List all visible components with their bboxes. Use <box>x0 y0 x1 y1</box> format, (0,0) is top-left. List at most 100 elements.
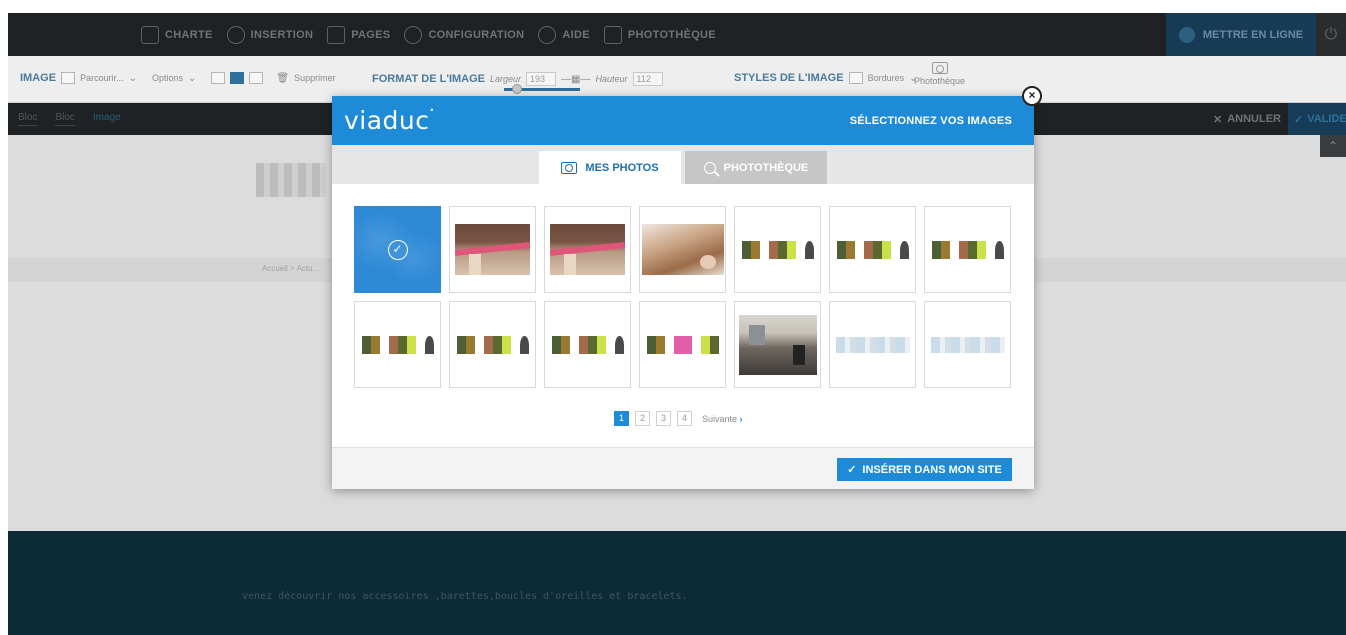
pencil-icon <box>226 25 245 44</box>
nav-phototheque[interactable]: PHOTOTHÈQUE <box>603 25 716 44</box>
modal-body: MES PHOTOS PHOTOTHÈQUE ✓ 1 <box>332 145 1034 447</box>
browse-button[interactable]: Parcourir... <box>80 73 124 83</box>
publish-icon <box>1178 26 1195 43</box>
crumb-image[interactable]: Image <box>93 112 121 126</box>
modal-title: SÉLECTIONNEZ VOS IMAGES <box>849 115 1012 127</box>
thumbnail[interactable] <box>639 206 726 293</box>
photo-strip <box>741 240 814 259</box>
thumbnail[interactable] <box>544 301 631 388</box>
help-icon <box>538 25 557 44</box>
power-icon[interactable]: ⏻ <box>1316 13 1346 56</box>
options-button[interactable]: Options <box>152 73 183 83</box>
camera-icon <box>603 25 622 44</box>
thumbnail[interactable] <box>829 206 916 293</box>
gear-icon <box>404 25 423 44</box>
align-right-button[interactable] <box>249 72 264 84</box>
insert-button[interactable]: ✓ INSÉRER DANS MON SITE <box>837 458 1012 481</box>
top-nav: CHARTE INSERTION PAGES CONFIGURATION AID… <box>141 13 716 56</box>
nav-aide[interactable]: AIDE <box>538 25 590 44</box>
thumbnail[interactable] <box>354 301 441 388</box>
top-nav-bar: CHARTE INSERTION PAGES CONFIGURATION AID… <box>8 13 1346 56</box>
browse-icon <box>61 72 76 84</box>
image-picker-modal: viaduc• SÉLECTIONNEZ VOS IMAGES × MES PH… <box>332 86 1042 489</box>
thumbnail[interactable] <box>734 206 821 293</box>
nav-configuration[interactable]: CONFIGURATION <box>404 25 524 44</box>
crumb-bloc[interactable]: Bloc <box>18 112 38 126</box>
camera-icon <box>561 161 578 174</box>
chevron-down-icon: ⌄ <box>188 72 197 84</box>
page-2-button[interactable]: 2 <box>635 411 650 426</box>
thumbnail[interactable] <box>639 301 726 388</box>
align-left-button[interactable] <box>211 72 226 84</box>
modal-header: viaduc• SÉLECTIONNEZ VOS IMAGES <box>332 96 1034 145</box>
thumbnail[interactable] <box>924 301 1011 388</box>
photo-haircut <box>550 224 625 275</box>
height-input[interactable]: 112 <box>632 72 663 86</box>
borders-dropdown[interactable]: Bordures <box>868 73 905 83</box>
breadcrumb: Bloc Bloc Image <box>18 112 121 126</box>
image-tools: IMAGE Parcourir... ⌄ Options ⌄ 🗑 Supprimer <box>20 72 336 84</box>
slider-handle[interactable] <box>512 84 522 94</box>
border-icon <box>848 72 863 84</box>
viaduc-logo: viaduc• <box>344 106 435 135</box>
validate-button[interactable]: ✓VALIDER <box>1288 103 1346 135</box>
photo-strip <box>931 240 1004 259</box>
chevron-up-icon[interactable]: ⌃ <box>1320 135 1346 157</box>
thumbnail[interactable] <box>734 301 821 388</box>
charte-icon <box>141 25 159 44</box>
page-1-button[interactable]: 1 <box>614 411 629 426</box>
modal-footer: ✓ INSÉRER DANS MON SITE <box>332 447 1034 489</box>
next-page-link[interactable]: Suivante › <box>702 414 743 424</box>
photo-strip <box>456 335 529 354</box>
site-logo-blurred <box>256 163 326 197</box>
thumbnail[interactable] <box>449 301 536 388</box>
photo-salon-interior <box>738 314 817 375</box>
lock-ratio-icon[interactable]: —▦— <box>561 74 590 85</box>
photo-blurred <box>930 336 1005 353</box>
phototheque-tool[interactable]: Photothèque <box>914 62 965 86</box>
thumbnail[interactable] <box>544 206 631 293</box>
photo-strip <box>836 240 909 259</box>
thumbnail-grid: ✓ <box>354 206 1011 388</box>
photo-strip <box>361 335 434 354</box>
check-icon: ✓ <box>847 464 857 476</box>
chevron-right-icon: › <box>739 413 743 424</box>
check-icon: ✓ <box>1294 113 1304 126</box>
page-3-button[interactable]: 3 <box>656 411 671 426</box>
delete-button[interactable]: Supprimer <box>294 73 336 83</box>
photo-strip-accessories <box>646 335 719 354</box>
nav-charte[interactable]: CHARTE <box>141 25 213 44</box>
align-center-button[interactable] <box>230 72 245 84</box>
photo-strip <box>551 335 624 354</box>
pages-icon <box>327 25 346 44</box>
site-footer: venez découvrir nos accessoires ,barette… <box>8 531 1346 635</box>
tab-phototheque[interactable]: PHOTOTHÈQUE <box>685 151 827 184</box>
tab-mes-photos[interactable]: MES PHOTOS <box>539 151 681 184</box>
photos-panel: ✓ 1 2 3 4 Suivante › <box>332 184 1034 447</box>
cancel-button[interactable]: ✕ ANNULER <box>1213 103 1281 135</box>
thumbnail[interactable] <box>829 301 916 388</box>
pagination: 1 2 3 4 Suivante › <box>614 411 743 426</box>
thumbnail[interactable] <box>449 206 536 293</box>
size-slider[interactable] <box>504 84 580 94</box>
close-icon: ✕ <box>1213 113 1223 126</box>
nav-pages[interactable]: PAGES <box>327 25 390 44</box>
page-breadcrumb: Accueil > Actu... <box>262 264 320 273</box>
camera-icon <box>931 62 948 74</box>
search-icon <box>703 161 716 174</box>
publish-button[interactable]: METTRE EN LIGNE <box>1166 13 1316 56</box>
thumbnail[interactable] <box>924 206 1011 293</box>
photo-blurred <box>835 336 910 353</box>
photo-hair-dye <box>641 224 724 275</box>
width-input[interactable]: 193 <box>526 72 557 86</box>
page-4-button[interactable]: 4 <box>677 411 692 426</box>
footer-text: venez découvrir nos accessoires ,barette… <box>242 591 688 602</box>
modal-tabs: MES PHOTOS PHOTOTHÈQUE <box>539 151 827 184</box>
close-modal-button[interactable]: × <box>1022 86 1042 106</box>
trash-icon: 🗑 <box>276 72 290 84</box>
nav-insertion[interactable]: INSERTION <box>226 25 314 44</box>
photo-haircut <box>455 224 530 275</box>
crumb-bloc-2[interactable]: Bloc <box>55 112 75 126</box>
style-tools: STYLES DE L'IMAGE Bordures ⌄ <box>734 72 918 84</box>
thumbnail-selected[interactable]: ✓ <box>354 206 441 293</box>
